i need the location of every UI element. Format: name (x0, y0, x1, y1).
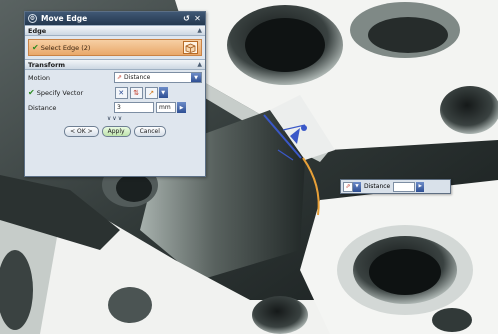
cancel-button[interactable]: Cancel (133, 126, 166, 137)
onscreen-distance-input: ⇗ ▼ Distance ▶ (340, 179, 451, 194)
distance-motion-icon: ⇗ (117, 74, 123, 81)
distance-options-icon[interactable]: ▶ (177, 102, 186, 113)
cube-edge-icon[interactable] (183, 41, 198, 54)
vector-label: Specify Vector (36, 88, 84, 97)
collapse-icon[interactable]: ▲ (197, 27, 202, 34)
dialog-titlebar[interactable]: ⚙ Move Edge ↺ ✕ (25, 12, 205, 25)
distance-row: Distance 3 mm ▶ (25, 100, 205, 115)
motion-dropdown[interactable]: ⇗ Distance ▼ (114, 72, 202, 83)
section-edge-label: Edge (28, 26, 47, 35)
select-edge-row[interactable]: ✔ Select Edge (2) (28, 39, 202, 56)
move-edge-dialog: ⚙ Move Edge ↺ ✕ Edge ▲ ✔ Select Edge (2)… (24, 11, 206, 177)
onscreen-options-icon[interactable]: ▶ (416, 181, 425, 192)
distance-label: Distance (28, 103, 57, 112)
section-transform-header[interactable]: Transform ▲ (25, 59, 205, 70)
vector-row: ✔ Specify Vector ✕ ⇅ ↗ ▼ (25, 85, 205, 100)
section-transform-label: Transform (28, 60, 66, 69)
motion-value: Distance (124, 74, 151, 81)
onscreen-distance-field[interactable] (393, 181, 416, 192)
motion-label: Motion (28, 73, 51, 82)
chevron-down-icon[interactable]: ▼ (191, 73, 201, 82)
check-icon: ✔ (28, 88, 35, 97)
apply-button[interactable]: Apply (101, 126, 131, 137)
collapse-icon[interactable]: ▲ (197, 61, 202, 68)
dialog-buttons: < OK > Apply Cancel (25, 126, 205, 137)
distance-motion-icon[interactable]: ⇗ (343, 181, 353, 192)
section-edge-header[interactable]: Edge ▲ (25, 25, 205, 36)
chevron-down-icon[interactable]: ▼ (353, 181, 361, 192)
onscreen-distance-label: Distance (364, 183, 391, 190)
distance-input[interactable]: 3 (114, 102, 154, 113)
dialog-title: Move Edge (41, 14, 88, 23)
vector-handle[interactable] (301, 125, 307, 131)
vector-x-icon[interactable]: ✕ (114, 86, 128, 99)
ok-button[interactable]: < OK > (64, 126, 99, 137)
check-icon: ✔ (32, 43, 39, 52)
close-icon[interactable]: ✕ (193, 14, 202, 23)
more-options-toggle[interactable]: ∨∨∨ (25, 115, 205, 124)
gear-icon[interactable]: ⚙ (28, 14, 37, 23)
chevron-down-icon[interactable]: ▼ (158, 87, 168, 98)
reverse-direction-icon[interactable]: ⇅ (129, 86, 143, 99)
select-edge-label: Select Edge (2) (40, 43, 91, 52)
inferred-vector-icon[interactable]: ↗ (144, 86, 158, 99)
motion-row: Motion ⇗ Distance ▼ (25, 70, 205, 85)
reset-icon[interactable]: ↺ (182, 14, 191, 23)
unit-select[interactable]: mm (156, 102, 176, 113)
